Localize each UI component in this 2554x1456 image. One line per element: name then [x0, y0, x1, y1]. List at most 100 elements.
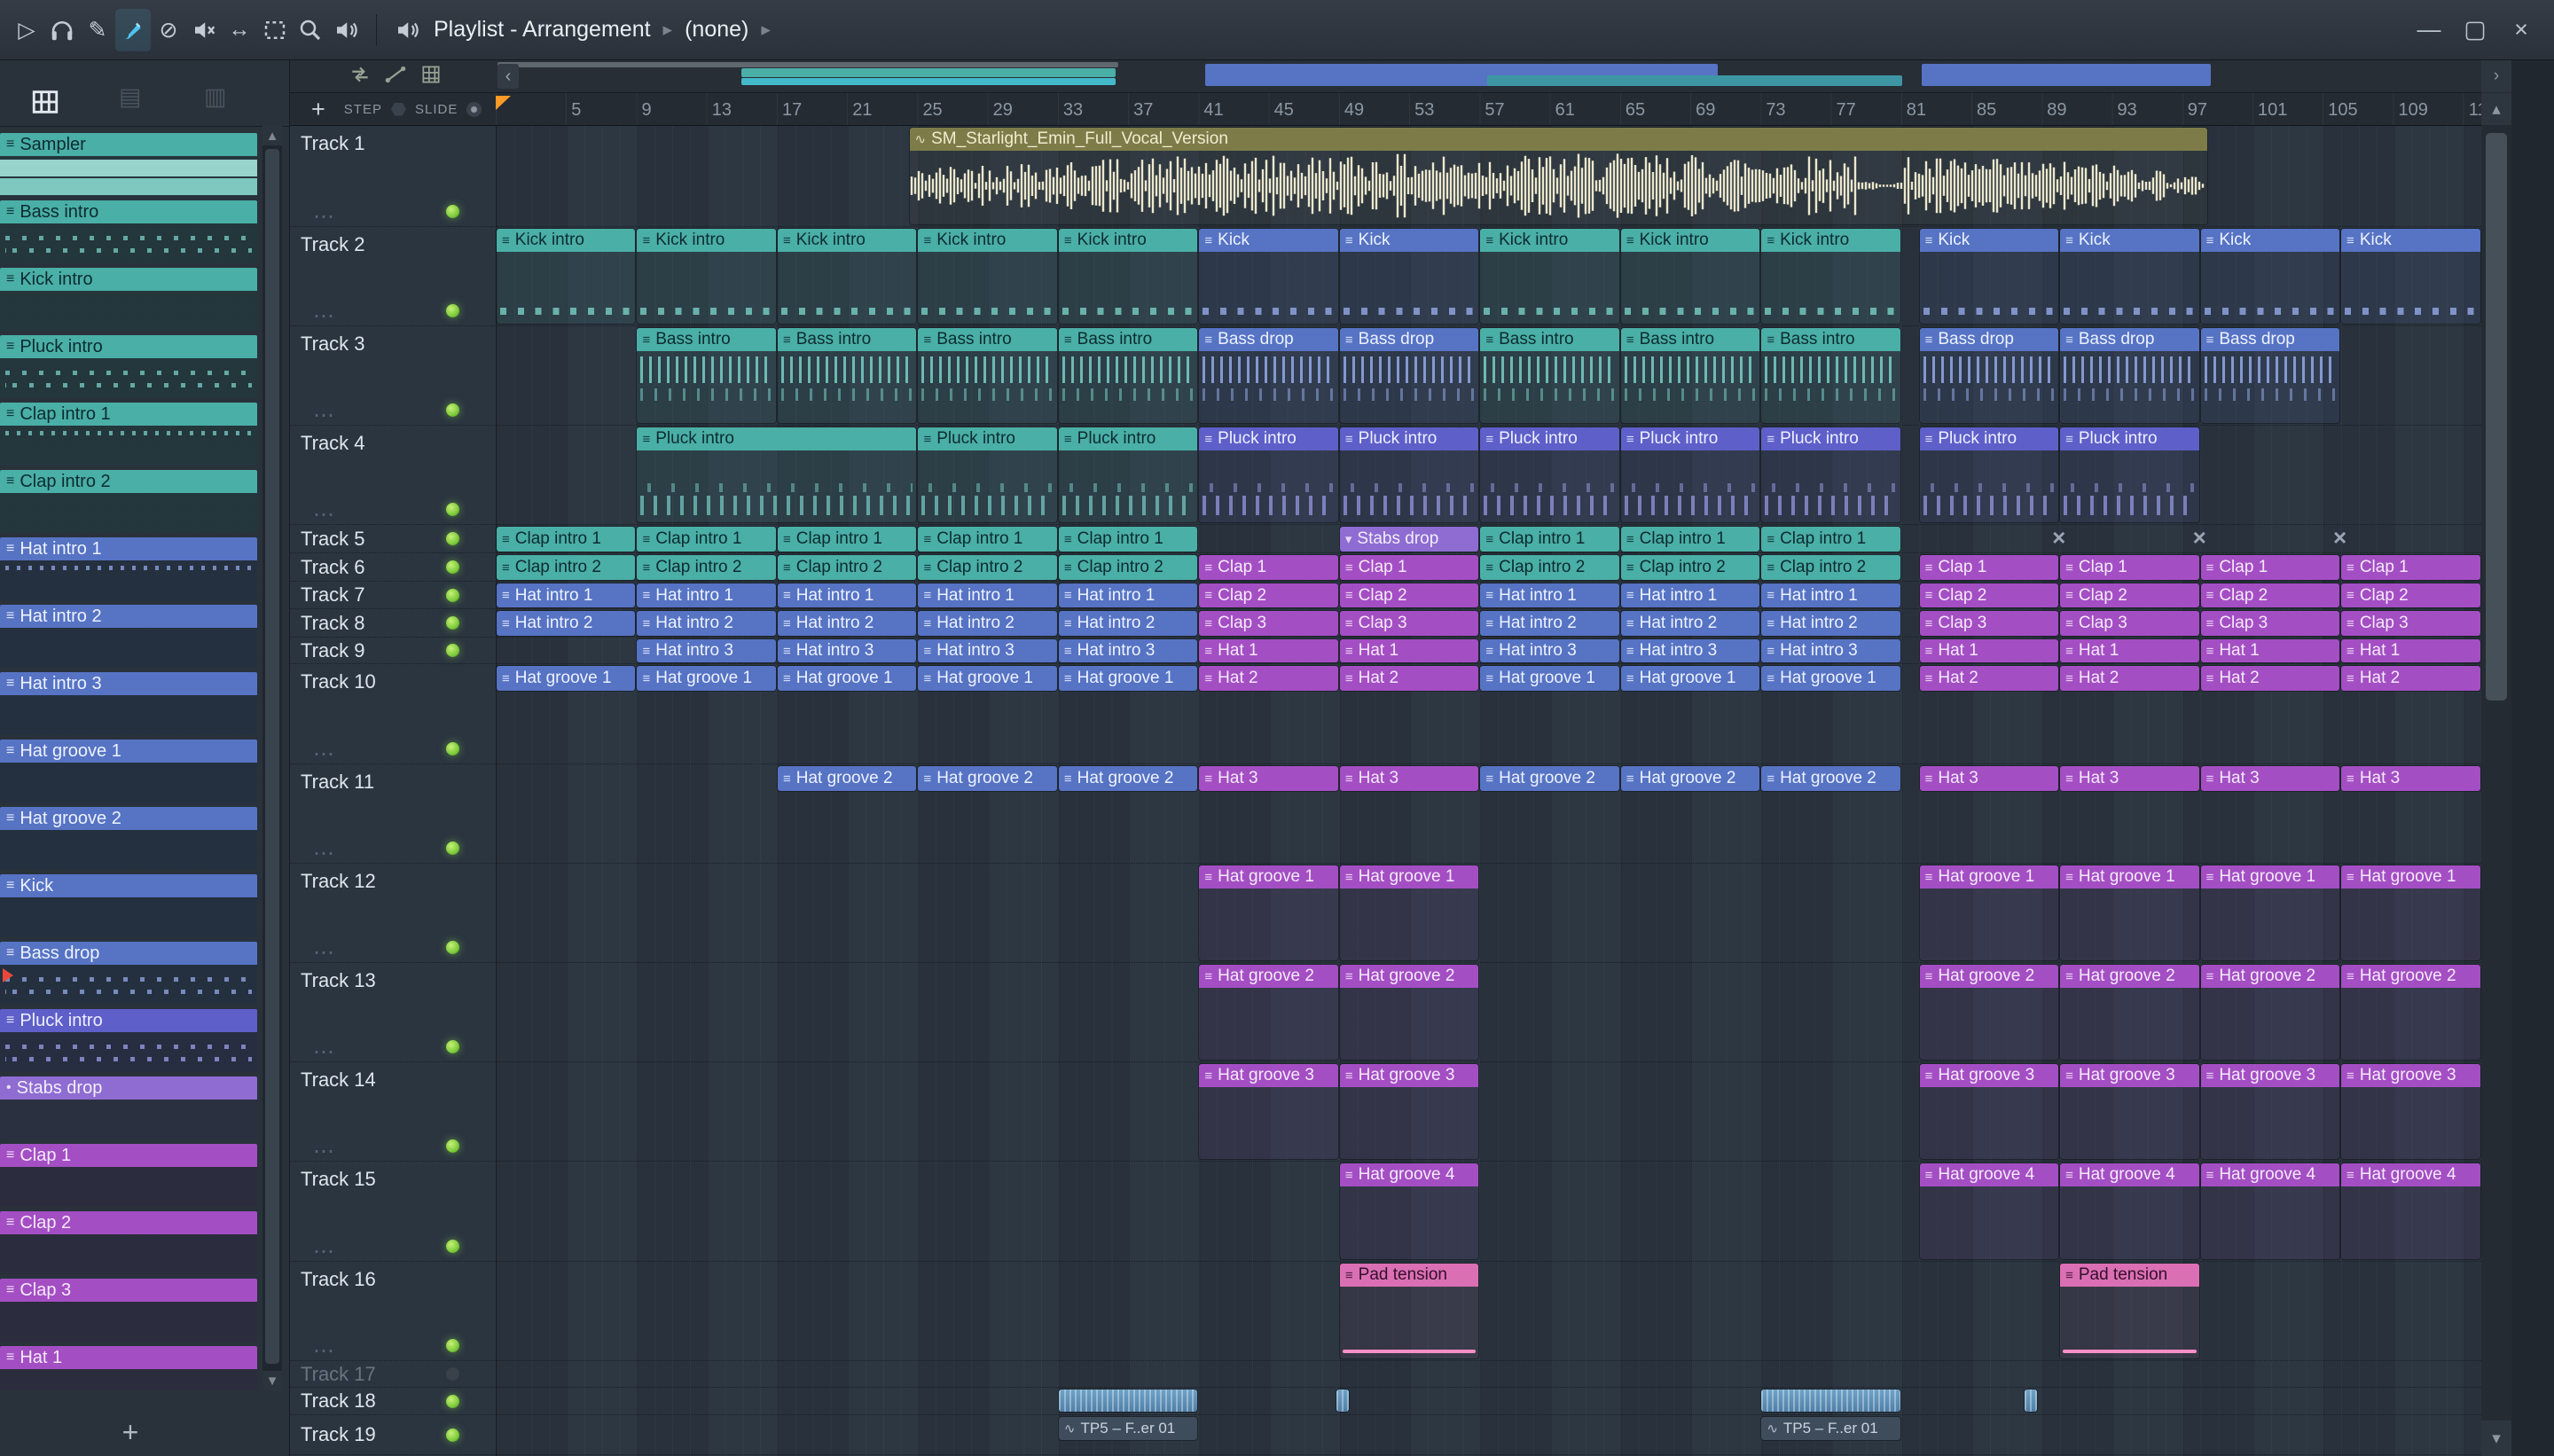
pattern-item-hat-groove-2[interactable]: ≡ Hat groove 2 [0, 807, 257, 873]
scroll-up-icon[interactable]: ▴ [2481, 93, 2511, 125]
pattern-clip-bass-drop[interactable]: ≡ Bass drop [2200, 328, 2340, 423]
pattern-clip-hat-groove-1[interactable]: ≡ Hat groove 1 [1620, 666, 1760, 691]
pattern-clip-hat-intro-1[interactable]: ≡ Hat intro 1 [918, 583, 1057, 607]
close-button[interactable]: × [2501, 10, 2542, 51]
pattern-clip-hat-2[interactable]: ≡ Hat 2 [2200, 666, 2340, 691]
pattern-clip-hat-1[interactable]: ≡ Hat 1 [2060, 639, 2199, 662]
pattern-clip-clap-1[interactable]: ≡ Clap 1 [2200, 555, 2340, 580]
pattern-clip-hat-groove-1[interactable]: ≡ Hat groove 1 [1339, 865, 1479, 960]
pattern-item-clap-intro-1[interactable]: ≡ Clap intro 1 [0, 403, 257, 468]
pattern-item-hat-intro-1[interactable]: ≡ Hat intro 1 [0, 537, 257, 603]
track-header[interactable]: Track 7 [290, 582, 496, 608]
track-header[interactable]: Track 18 [290, 1388, 496, 1414]
pattern-clip-bass-drop[interactable]: ≡ Bass drop [2060, 328, 2199, 423]
track-mute-led[interactable] [446, 644, 459, 657]
pattern-clip-hat-3[interactable]: ≡ Hat 3 [2060, 766, 2199, 791]
pattern-clip-hat-1[interactable]: ≡ Hat 1 [1339, 639, 1479, 662]
pattern-item-pluck-intro[interactable]: ≡ Pluck intro [0, 1009, 257, 1075]
pattern-clip-clap-3[interactable]: ≡ Clap 3 [2341, 611, 2480, 636]
pattern-clip-hat-2[interactable]: ≡ Hat 2 [2341, 666, 2480, 691]
pattern-clip-hat-3[interactable]: ≡ Hat 3 [2200, 766, 2340, 791]
pattern-clip-clap-intro-1[interactable]: ≡ Clap intro 1 [1480, 527, 1619, 552]
pattern-clip-clap-intro-1[interactable]: ≡ Clap intro 1 [918, 527, 1057, 552]
track-mute-led[interactable] [446, 304, 459, 317]
pattern-item-bass-intro[interactable]: ≡ Bass intro [0, 200, 257, 266]
pattern-clip-clap-1[interactable]: ≡ Clap 1 [1199, 555, 1338, 580]
pattern-clip-clap-intro-1[interactable]: ≡ Clap intro 1 [777, 527, 917, 552]
pattern-clip-hat-groove-3[interactable]: ≡ Hat groove 3 [1339, 1064, 1479, 1159]
pattern-picker-icon[interactable] [30, 87, 60, 121]
pattern-clip-bass-intro[interactable]: ≡ Bass intro [637, 328, 776, 423]
pattern-clip-clap-3[interactable]: ≡ Clap 3 [2200, 611, 2340, 636]
pattern-clip-hat-intro-3[interactable]: ≡ Hat intro 3 [1058, 639, 1198, 662]
add-pattern-button[interactable]: + [0, 1416, 261, 1449]
pattern-item-kick-intro[interactable]: ≡ Kick intro [0, 268, 257, 333]
pattern-clip-pluck-intro[interactable]: ≡ Pluck intro [1620, 427, 1760, 522]
pattern-list-scrollbar[interactable]: ▲ ▼ [262, 126, 282, 1390]
pattern-clip-clap-intro-1[interactable]: ≡ Clap intro 1 [1058, 527, 1198, 552]
pattern-item-hat-1[interactable]: ≡ Hat 1 [0, 1346, 257, 1390]
track-lane[interactable] [496, 1415, 2481, 1454]
pattern-clip-hat-intro-3[interactable]: ≡ Hat intro 3 [918, 639, 1057, 662]
pattern-clip-pluck-intro[interactable]: ≡ Pluck intro [1761, 427, 1900, 522]
pattern-clip-hat-groove-2[interactable]: ≡ Hat groove 2 [1919, 965, 2059, 1060]
pattern-clip-clap-intro-2[interactable]: ≡ Clap intro 2 [1761, 555, 1900, 580]
pattern-clip-hat-intro-2[interactable]: ≡ Hat intro 2 [777, 611, 917, 636]
pattern-clip-clap-intro-1[interactable]: ≡ Clap intro 1 [1620, 527, 1760, 552]
track-mute-led[interactable] [446, 1428, 459, 1442]
slip-tool-icon[interactable]: ↔ [222, 9, 257, 51]
pattern-clip-kick[interactable]: ≡ Kick [2060, 229, 2199, 324]
pattern-item-sampler[interactable]: ≡ Sampler [0, 133, 257, 199]
pattern-item-kick[interactable]: ≡ Kick [0, 874, 257, 940]
pattern-clip-hat-groove-3[interactable]: ≡ Hat groove 3 [2341, 1064, 2480, 1159]
pattern-clip-kick[interactable]: ≡ Kick [1199, 229, 1338, 324]
audio-clip-sm-starlight-emin-full-vocal-version[interactable]: ∿ SM_Starlight_Emin_Full_Vocal_Version [909, 128, 2208, 224]
pattern-clip-hat-groove-1[interactable]: ≡ Hat groove 1 [2060, 865, 2199, 960]
pattern-item-clap-2[interactable]: ≡ Clap 2 [0, 1211, 257, 1277]
pattern-clip-clap-2[interactable]: ≡ Clap 2 [1339, 583, 1479, 607]
track-mute-led[interactable] [446, 842, 459, 855]
pattern-clip-clap-1[interactable]: ≡ Clap 1 [2060, 555, 2199, 580]
playback-tool-icon[interactable] [328, 9, 364, 51]
scroll-down-icon[interactable]: ▼ [262, 1371, 282, 1390]
track-header[interactable]: Track 4 ⋯ [290, 426, 496, 527]
pattern-clip-kick-intro[interactable]: ≡ Kick intro [497, 229, 636, 324]
pattern-clip-clap-intro-1[interactable]: ≡ Clap intro 1 [637, 527, 776, 552]
pattern-clip-hat-2[interactable]: ≡ Hat 2 [1339, 666, 1479, 691]
pattern-clip-pluck-intro[interactable]: ≡ Pluck intro [1480, 427, 1619, 522]
pattern-clip-hat-3[interactable]: ≡ Hat 3 [1339, 766, 1479, 791]
paint-tool-icon[interactable] [115, 8, 151, 51]
pattern-clip-bass-intro[interactable]: ≡ Bass intro [1620, 328, 1760, 423]
track-mute-led[interactable] [446, 1367, 459, 1381]
pattern-clip-pluck-intro[interactable]: ≡ Pluck intro [1339, 427, 1479, 522]
pattern-clip-hat-groove-2[interactable]: ≡ Hat groove 2 [1058, 766, 1198, 791]
swap-icon[interactable] [349, 63, 372, 90]
pattern-clip-hat-intro-3[interactable]: ≡ Hat intro 3 [1620, 639, 1760, 662]
pattern-clip-clap-intro-2[interactable]: ≡ Clap intro 2 [1058, 555, 1198, 580]
pattern-clip-hat-groove-1[interactable]: ≡ Hat groove 1 [2200, 865, 2340, 960]
pattern-clip-clap-1[interactable]: ≡ Clap 1 [1339, 555, 1479, 580]
pattern-clip-clap-intro-2[interactable]: ≡ Clap intro 2 [637, 555, 776, 580]
pattern-item-hat-groove-1[interactable]: ≡ Hat groove 1 [0, 740, 257, 805]
pattern-clip-bass-intro[interactable]: ≡ Bass intro [1761, 328, 1900, 423]
track-mute-led[interactable] [446, 205, 459, 218]
track-header[interactable]: Track 13 ⋯ [290, 963, 496, 1064]
track-mute-led[interactable] [446, 560, 459, 574]
track-lane[interactable] [496, 1361, 2481, 1387]
pattern-clip-hat-intro-1[interactable]: ≡ Hat intro 1 [637, 583, 776, 607]
pattern-clip-hat-groove-2[interactable]: ≡ Hat groove 2 [2060, 965, 2199, 1060]
pattern-clip-bass-intro[interactable]: ≡ Bass intro [1058, 328, 1198, 423]
track-header[interactable]: Track 16 ⋯ [290, 1262, 496, 1363]
timeline-ruler[interactable]: 5 9 13 17 21 25 29 33 37 41 45 49 53 57 61 65 69 73 77 81 85… [496, 93, 2497, 125]
pattern-clip-hat-1[interactable]: ≡ Hat 1 [1199, 639, 1338, 662]
minimize-button[interactable]: — [2409, 10, 2449, 51]
select-tool-icon[interactable] [257, 9, 293, 51]
pattern-clip-pluck-intro[interactable]: ≡ Pluck intro [918, 427, 1057, 522]
pattern-item-hat-intro-2[interactable]: ≡ Hat intro 2 [0, 605, 257, 670]
pattern-clip-hat-2[interactable]: ≡ Hat 2 [1199, 666, 1338, 691]
pattern-clip-hat-intro-3[interactable]: ≡ Hat intro 3 [1480, 639, 1619, 662]
pattern-clip-clap-2[interactable]: ≡ Clap 2 [2060, 583, 2199, 607]
pattern-clip-kick[interactable]: ≡ Kick [1339, 229, 1479, 324]
muted-clip-x-marker[interactable]: × [2193, 524, 2206, 552]
grid-icon[interactable] [419, 63, 443, 90]
